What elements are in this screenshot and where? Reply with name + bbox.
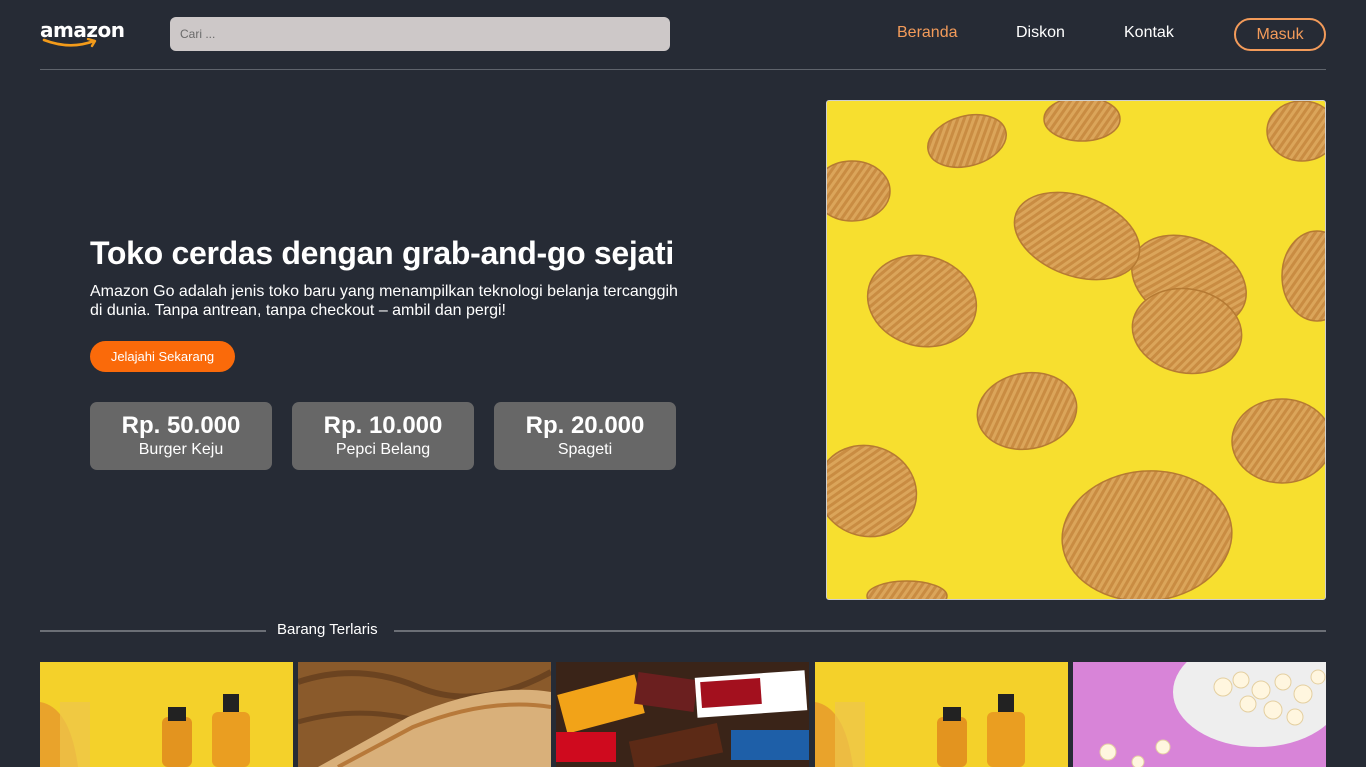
- price-name: Pepci Belang: [335, 441, 431, 458]
- price-amount: Rp. 20.000: [525, 412, 645, 439]
- header: amazon Beranda Diskon Kontak Masuk: [40, 0, 1326, 70]
- price-amount: Rp. 10.000: [323, 412, 443, 439]
- chocolate-image: [556, 662, 809, 767]
- section-divider-left: [40, 630, 266, 632]
- product-card-sandwich[interactable]: [298, 662, 551, 767]
- nav-beranda[interactable]: Beranda: [897, 24, 958, 42]
- explore-button[interactable]: Jelajahi Sekarang: [90, 341, 235, 372]
- product-card-popcorn[interactable]: [1073, 662, 1326, 767]
- product-card-chocolate[interactable]: [556, 662, 809, 767]
- amazon-logo[interactable]: amazon: [40, 18, 125, 50]
- sandwich-image: [298, 662, 551, 767]
- price-name: Burger Keju: [138, 441, 224, 458]
- section-title: Barang Terlaris: [277, 621, 378, 638]
- drinks-image: [815, 662, 1068, 767]
- price-name: Spageti: [557, 441, 613, 458]
- drinks-image: [40, 662, 293, 767]
- hero-chips-image: [826, 100, 1326, 600]
- nav-kontak[interactable]: Kontak: [1124, 24, 1174, 42]
- hero-description-line1: Amazon Go adalah jenis toko baru yang me…: [90, 283, 678, 300]
- nav-diskon[interactable]: Diskon: [1016, 24, 1065, 42]
- hero-description-line2: di dunia. Tanpa antrean, tanpa checkout …: [90, 302, 506, 319]
- section-divider-right: [394, 630, 1326, 632]
- price-card-spageti[interactable]: Rp. 20.000 Spageti: [494, 402, 676, 470]
- login-button[interactable]: Masuk: [1234, 18, 1326, 51]
- search-input[interactable]: [170, 17, 670, 51]
- price-card-burger[interactable]: Rp. 50.000 Burger Keju: [90, 402, 272, 470]
- popcorn-image: [1073, 662, 1326, 767]
- chips-illustration: [827, 101, 1325, 599]
- product-card-drinks[interactable]: [40, 662, 293, 767]
- smile-arrow-icon: [42, 38, 97, 48]
- price-amount: Rp. 50.000: [121, 412, 241, 439]
- product-card-drinks-2[interactable]: [815, 662, 1068, 767]
- hero-title: Toko cerdas dengan grab-and-go sejati: [90, 235, 674, 271]
- price-card-pepci[interactable]: Rp. 10.000 Pepci Belang: [292, 402, 474, 470]
- hero-description: Amazon Go adalah jenis toko baru yang me…: [90, 282, 690, 320]
